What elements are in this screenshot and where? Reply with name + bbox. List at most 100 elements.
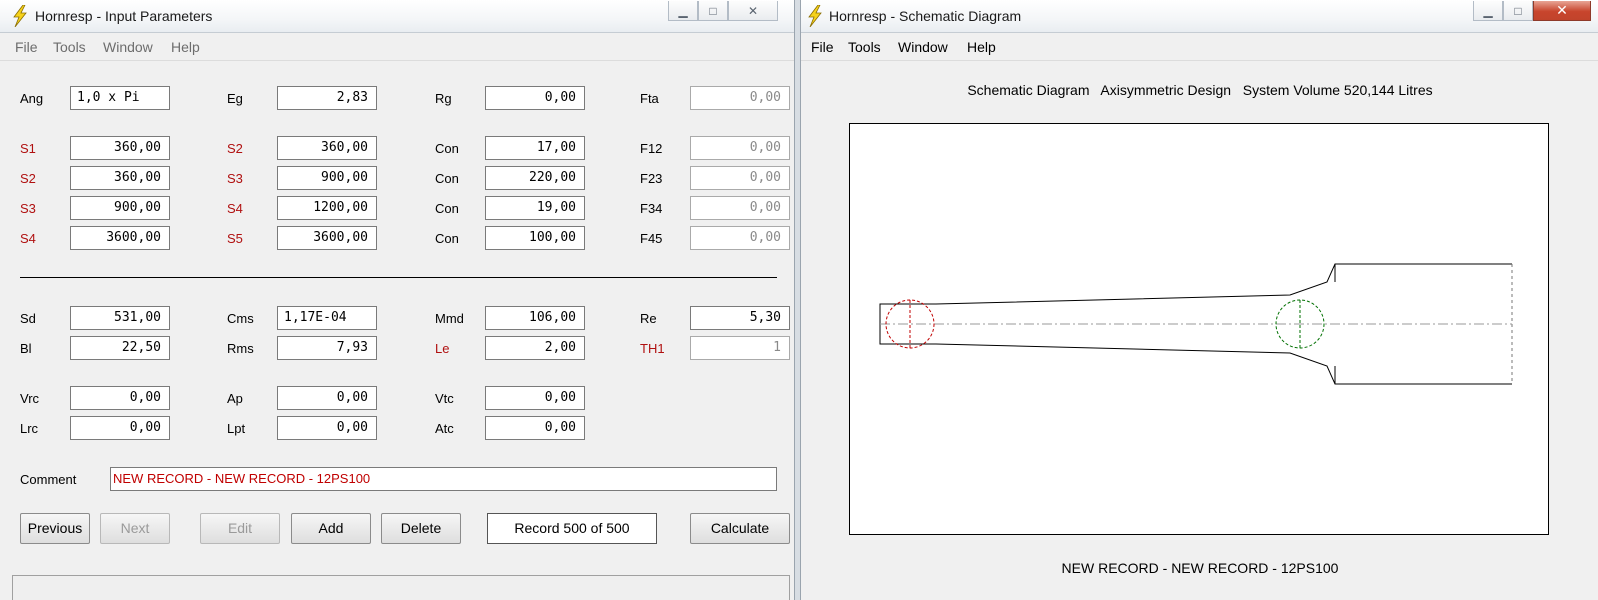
field-s3-row3[interactable]: 900,00 — [70, 196, 170, 220]
field-s4[interactable]: 1200,00 — [277, 196, 377, 220]
label-f45: F45 — [640, 231, 663, 246]
label-lrc: Lrc — [20, 421, 39, 436]
menu-file[interactable]: File — [15, 39, 38, 55]
field-f45[interactable]: 0,00 — [690, 226, 790, 250]
field-f23[interactable]: 0,00 — [690, 166, 790, 190]
label-le: Le — [435, 341, 450, 356]
field-rms[interactable]: 7,93 — [277, 336, 377, 360]
field-ap[interactable]: 0,00 — [277, 386, 377, 410]
field-con-4[interactable]: 100,00 — [485, 226, 585, 250]
label-s5: S5 — [227, 231, 243, 246]
field-s3[interactable]: 900,00 — [277, 166, 377, 190]
maximize-button[interactable]: □ — [1503, 1, 1533, 21]
status-bar — [12, 575, 790, 600]
maximize-icon: □ — [1514, 3, 1522, 18]
field-ang[interactable]: 1,0 x Pi — [70, 86, 170, 110]
input-window-title: Hornresp - Input Parameters — [35, 8, 213, 24]
horn-outline-top — [879, 263, 1512, 310]
field-lrc[interactable]: 0,00 — [70, 416, 170, 440]
label-con-1: Con — [435, 141, 459, 156]
label-bl: Bl — [20, 341, 32, 356]
field-th1[interactable]: 1 — [690, 336, 790, 360]
field-con-3[interactable]: 19,00 — [485, 196, 585, 220]
schematic-diagram-window: Hornresp - Schematic Diagram ▁ □ ✕ File … — [800, 0, 1598, 600]
field-s5[interactable]: 3600,00 — [277, 226, 377, 250]
label-con-2: Con — [435, 171, 459, 186]
edit-button[interactable]: Edit — [200, 513, 280, 544]
field-mmd[interactable]: 106,00 — [485, 306, 585, 330]
field-bl[interactable]: 22,50 — [70, 336, 170, 360]
input-window-titlebar[interactable]: Hornresp - Input Parameters ▁ □ ✕ — [0, 0, 794, 33]
field-cms[interactable]: 1,17E-04 — [277, 306, 377, 330]
maximize-icon: □ — [709, 3, 717, 18]
field-con-1[interactable]: 17,00 — [485, 136, 585, 160]
field-le[interactable]: 2,00 — [485, 336, 585, 360]
horn-outline-bottom — [879, 310, 1512, 385]
label-comment: Comment — [20, 472, 77, 487]
menu-file[interactable]: File — [811, 39, 834, 55]
field-re[interactable]: 5,30 — [690, 306, 790, 330]
field-atc[interactable]: 0,00 — [485, 416, 585, 440]
label-th1: TH1 — [640, 341, 665, 356]
field-s2-row2[interactable]: 360,00 — [70, 166, 170, 190]
minimize-button[interactable]: ▁ — [668, 1, 698, 21]
minimize-icon: ▁ — [1483, 3, 1493, 18]
label-s3: S3 — [227, 171, 243, 186]
add-button[interactable]: Add — [291, 513, 371, 544]
schematic-window-title: Hornresp - Schematic Diagram — [829, 8, 1022, 24]
calculate-button[interactable]: Calculate — [690, 513, 790, 544]
menu-tools[interactable]: Tools — [53, 39, 86, 55]
menu-window[interactable]: Window — [898, 39, 948, 55]
schematic-canvas — [849, 123, 1549, 535]
field-rg[interactable]: 0,00 — [485, 86, 585, 110]
field-s1[interactable]: 360,00 — [70, 136, 170, 160]
maximize-button[interactable]: □ — [698, 1, 728, 21]
field-f34[interactable]: 0,00 — [690, 196, 790, 220]
field-s2[interactable]: 360,00 — [277, 136, 377, 160]
schematic-footer-comment: NEW RECORD - NEW RECORD - 12PS100 — [1061, 560, 1339, 576]
label-f34: F34 — [640, 201, 663, 216]
previous-button[interactable]: Previous — [20, 513, 90, 544]
field-s4-row4[interactable]: 3600,00 — [70, 226, 170, 250]
label-f23: F23 — [640, 171, 663, 186]
label-rg: Rg — [435, 91, 452, 106]
menu-tools[interactable]: Tools — [848, 39, 881, 55]
field-con-2[interactable]: 220,00 — [485, 166, 585, 190]
field-f12[interactable]: 0,00 — [690, 136, 790, 160]
close-button[interactable]: ✕ — [1533, 1, 1591, 21]
field-sd[interactable]: 531,00 — [70, 306, 170, 330]
label-s1: S1 — [20, 141, 36, 156]
label-ap: Ap — [227, 391, 243, 406]
field-lpt[interactable]: 0,00 — [277, 416, 377, 440]
label-con-4: Con — [435, 231, 459, 246]
label-rms: Rms — [227, 341, 254, 356]
menu-window[interactable]: Window — [103, 39, 153, 55]
minimize-icon: ▁ — [678, 3, 688, 18]
label-s4: S4 — [227, 201, 243, 216]
field-fta[interactable]: 0,00 — [690, 86, 790, 110]
horn-schematic-drawing — [879, 263, 1513, 385]
field-vtc[interactable]: 0,00 — [485, 386, 585, 410]
field-vrc[interactable]: 0,00 — [70, 386, 170, 410]
label-vtc: Vtc — [435, 391, 454, 406]
label-s2-row2: S2 — [20, 171, 36, 186]
minimize-button[interactable]: ▁ — [1473, 1, 1503, 21]
label-con-3: Con — [435, 201, 459, 216]
close-icon: ✕ — [1556, 2, 1568, 18]
schematic-window-titlebar[interactable]: Hornresp - Schematic Diagram ▁ □ ✕ — [801, 0, 1598, 33]
field-eg[interactable]: 2,83 — [277, 86, 377, 110]
section-divider — [20, 277, 777, 278]
label-vrc: Vrc — [20, 391, 40, 406]
next-button[interactable]: Next — [100, 513, 170, 544]
input-window-menubar: File Tools Window Help — [0, 34, 794, 61]
label-s4-row4: S4 — [20, 231, 36, 246]
comment-field[interactable]: NEW RECORD - NEW RECORD - 12PS100 — [110, 467, 777, 491]
close-button[interactable]: ✕ — [728, 1, 778, 21]
lightning-bolt-icon — [808, 5, 822, 27]
label-s2: S2 — [227, 141, 243, 156]
label-f12: F12 — [640, 141, 663, 156]
menu-help[interactable]: Help — [171, 39, 200, 55]
menu-help[interactable]: Help — [967, 39, 996, 55]
delete-button[interactable]: Delete — [381, 513, 461, 544]
label-mmd: Mmd — [435, 311, 464, 326]
